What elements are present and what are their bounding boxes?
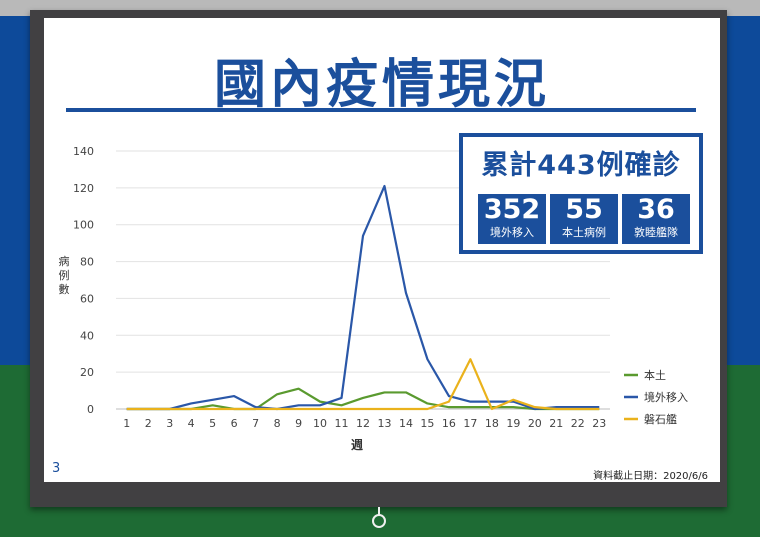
y-tick-label: 40 (80, 329, 94, 342)
data-date-note: 資料截止日期：2020/6/6 (593, 471, 708, 482)
x-tick-label: 14 (399, 417, 413, 430)
stat-local-label: 本土病例 (562, 226, 606, 239)
x-tick-label: 23 (592, 417, 606, 430)
y-tick-label: 20 (80, 366, 94, 379)
x-tick-label: 17 (463, 417, 477, 430)
y-axis-label: 病例數 (59, 254, 70, 296)
stat-imported-label: 境外移入 (490, 226, 534, 239)
x-tick-label: 4 (188, 417, 195, 430)
x-tick-label: 22 (571, 417, 585, 430)
x-tick-label: 2 (145, 417, 152, 430)
legend-label: 本土 (644, 368, 666, 382)
y-tick-label: 80 (80, 256, 94, 269)
stat-local-value: 55 (565, 194, 603, 225)
legend-label: 境外移入 (644, 390, 688, 404)
x-tick-label: 20 (528, 417, 542, 430)
x-tick-label: 7 (252, 417, 259, 430)
summary-box: 累計443例確診 352 境外移入 55 本土病例 36 敦睦艦隊 (459, 133, 703, 254)
x-tick-label: 21 (549, 417, 563, 430)
stat-fleet-label: 敦睦艦隊 (634, 226, 678, 239)
x-tick-label: 1 (123, 417, 130, 430)
x-tick-label: 15 (420, 417, 434, 430)
x-tick-label: 9 (295, 417, 302, 430)
legend-label: 磐石艦 (644, 412, 677, 426)
x-tick-label: 5 (209, 417, 216, 430)
x-tick-label: 8 (274, 417, 281, 430)
stat-fleet: 36 敦睦艦隊 (622, 194, 690, 244)
x-tick-label: 16 (442, 417, 456, 430)
x-tick-label: 11 (335, 417, 349, 430)
y-tick-label: 120 (73, 182, 94, 195)
x-tick-label: 3 (166, 417, 173, 430)
summary-title: 累計443例確診 (481, 150, 681, 181)
x-tick-label: 13 (377, 417, 391, 430)
stat-imported: 352 境外移入 (478, 194, 546, 244)
x-tick-label: 12 (356, 417, 370, 430)
x-axis-label: 週 (351, 437, 363, 452)
y-tick-label: 100 (73, 219, 94, 232)
slide-panel: 國內疫情現況 0 20 40 60 80 100 120 140 1 2 3 4 5 6 7 8 9 10 11 12… (44, 18, 720, 482)
x-tick-label: 10 (313, 417, 327, 430)
y-tick-label: 140 (73, 145, 94, 158)
y-tick-label: 0 (87, 403, 94, 416)
stat-local: 55 本土病例 (550, 194, 618, 244)
x-tick-label: 19 (506, 417, 520, 430)
hanger-ring (372, 514, 386, 528)
page-number: 3 (52, 461, 61, 476)
x-tick-label: 18 (485, 417, 499, 430)
stat-imported-value: 352 (483, 194, 541, 225)
stat-fleet-value: 36 (637, 194, 675, 225)
x-tick-label: 6 (231, 417, 238, 430)
y-tick-label: 60 (80, 292, 94, 305)
